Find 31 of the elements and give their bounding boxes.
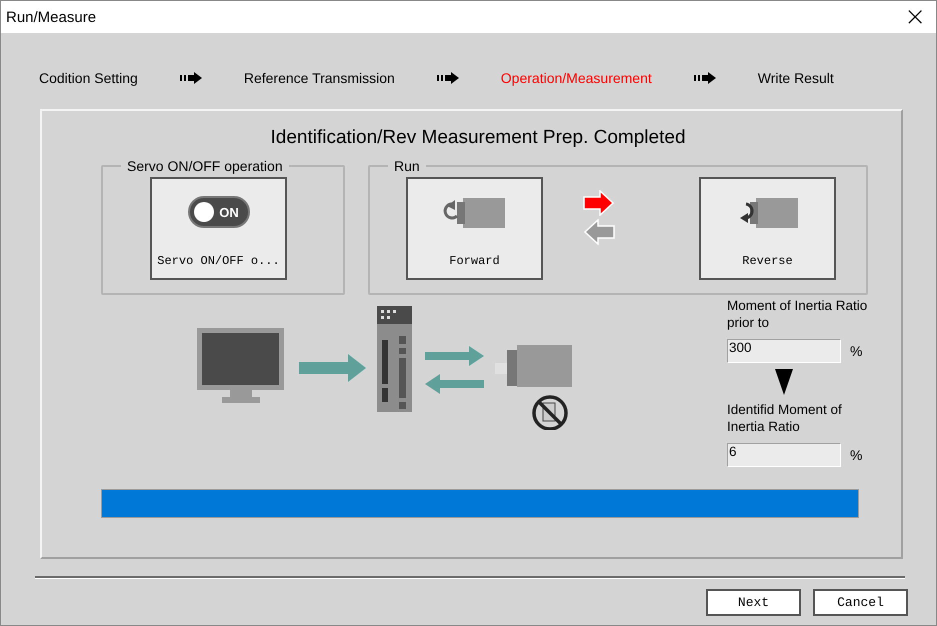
close-button[interactable]: × <box>894 4 936 30</box>
dialog-button[interactable]: Next <box>706 589 801 616</box>
field-label: Moment of Inertia Ratio prior to <box>727 297 868 331</box>
unit-label: % <box>850 343 862 359</box>
step-label: Write Result <box>758 70 834 86</box>
down-arrow-icon <box>775 369 793 395</box>
step-label: Operation/Measurement <box>500 70 652 86</box>
window-title: Run/Measure <box>6 8 96 26</box>
monitor-icon <box>197 328 284 403</box>
heading: Identification/Rev Measurement Prep. Completed <box>269 127 687 149</box>
step-label: Reference Transmission <box>244 70 395 86</box>
double-arrow-icon <box>425 346 484 394</box>
toggle-switch-icon: ON <box>188 196 250 228</box>
motor-icon <box>495 345 572 387</box>
input-field[interactable]: 300 <box>727 339 841 363</box>
arrow-icon <box>694 72 716 84</box>
arrow-icon <box>436 72 459 84</box>
input-field[interactable]: 6 <box>727 443 841 467</box>
run-button[interactable]: Reverse <box>699 177 836 280</box>
dialog-button[interactable]: Cancel <box>813 589 908 616</box>
field-label: Identifid Moment of Inertia Ratio <box>727 401 843 435</box>
arrow-icon <box>180 72 202 84</box>
no-touch-icon <box>532 395 568 430</box>
arrow-icon <box>299 354 366 382</box>
unit-label: % <box>850 447 862 463</box>
group-label: Run <box>393 158 421 174</box>
motor-icon <box>442 196 506 230</box>
group-label: Servo ON/OFF operation <box>126 158 284 174</box>
servo-button[interactable]: ON Servo ON/OFF o... <box>150 177 287 280</box>
run-button[interactable]: Forward <box>406 177 543 280</box>
step-label: Codition Setting <box>39 70 138 86</box>
